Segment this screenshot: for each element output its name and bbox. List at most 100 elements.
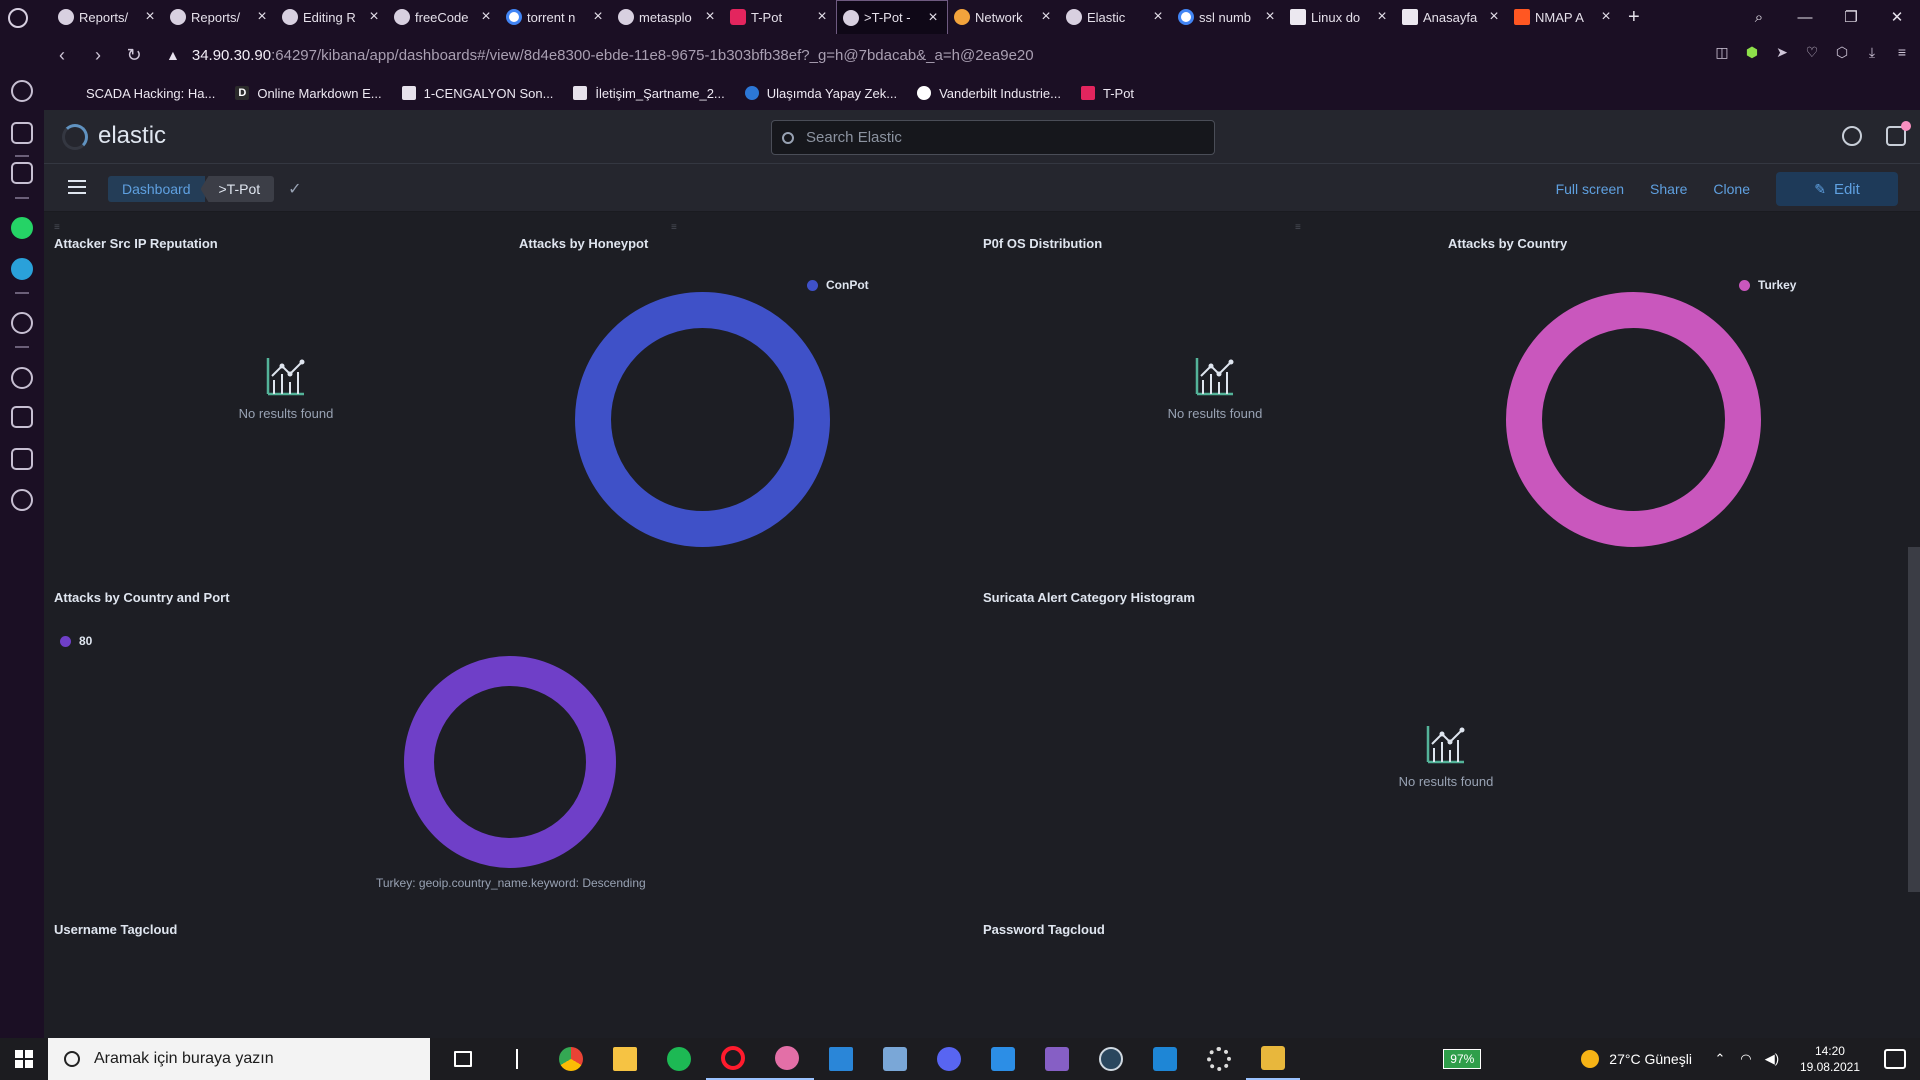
- clock[interactable]: 14:20 19.08.2021: [1800, 1043, 1860, 1075]
- history-icon[interactable]: [11, 367, 33, 389]
- vscode-icon[interactable]: [976, 1038, 1030, 1080]
- close-tab-icon[interactable]: ×: [590, 8, 606, 26]
- new-tab-icon[interactable]: +: [1628, 6, 1640, 29]
- url-field[interactable]: ▲ 34.90.30.90 :64297/kibana/app/dashboar…: [166, 47, 1034, 64]
- help-icon[interactable]: [1842, 126, 1862, 146]
- close-tab-icon[interactable]: ×: [1598, 8, 1614, 26]
- close-tab-icon[interactable]: ×: [702, 8, 718, 26]
- close-tab-icon[interactable]: ×: [814, 8, 830, 26]
- wifi-icon[interactable]: ◠: [1736, 1051, 1756, 1067]
- browser-tab[interactable]: >T-Pot - ×: [836, 0, 948, 35]
- weather-text[interactable]: 27°C Güneşli: [1609, 1051, 1692, 1067]
- trello-icon[interactable]: [1138, 1038, 1192, 1080]
- legend-item[interactable]: Turkey: [1739, 278, 1796, 292]
- task-view-icon[interactable]: [436, 1038, 490, 1080]
- hamburger-menu-icon[interactable]: [68, 180, 86, 194]
- elastic-logo-icon[interactable]: [62, 124, 88, 150]
- opera-icon[interactable]: [706, 1038, 760, 1080]
- minimize-icon[interactable]: —: [1782, 0, 1828, 34]
- start-button[interactable]: [0, 1038, 48, 1080]
- visual-studio-icon[interactable]: [1030, 1038, 1084, 1080]
- donut-slice-port-80[interactable]: [404, 656, 616, 868]
- tab-search-icon[interactable]: ⌕: [1736, 0, 1782, 34]
- browser-tab[interactable]: Anasayfa ×: [1396, 0, 1508, 34]
- donut-slice-turkey[interactable]: [1506, 292, 1761, 547]
- volume-icon[interactable]: ◀): [1762, 1051, 1782, 1067]
- close-tab-icon[interactable]: ×: [254, 8, 270, 26]
- workspace-icon[interactable]: [11, 122, 33, 144]
- browser-tab[interactable]: Reports/ ×: [164, 0, 276, 34]
- bookmark-item[interactable]: D Online Markdown E...: [235, 86, 382, 101]
- search-field[interactable]: [771, 120, 1215, 155]
- edit-button[interactable]: ✎ Edit: [1776, 172, 1898, 206]
- bookmark-item[interactable]: SCADA Hacking: Ha...: [86, 86, 215, 101]
- extensions-icon[interactable]: [11, 448, 33, 470]
- paint-icon[interactable]: [760, 1038, 814, 1080]
- elastic-logo-text[interactable]: elastic: [98, 122, 166, 150]
- close-tab-icon[interactable]: ×: [1374, 8, 1390, 26]
- panel-grip-icon[interactable]: ≡: [54, 222, 60, 233]
- bookmark-item[interactable]: 1-CENGALYON Son...: [401, 86, 553, 101]
- browser-tab[interactable]: Reports/ ×: [52, 0, 164, 34]
- mail-icon[interactable]: [814, 1038, 868, 1080]
- newsfeed-icon[interactable]: [1886, 121, 1911, 146]
- insecure-warning-icon[interactable]: ▲: [166, 47, 180, 63]
- menu-icon[interactable]: ≡: [1894, 44, 1910, 60]
- pipe-icon[interactable]: [490, 1038, 544, 1080]
- spotify-icon[interactable]: [652, 1038, 706, 1080]
- speed-dial-icon[interactable]: [11, 80, 33, 102]
- game-icon[interactable]: [1246, 1038, 1300, 1080]
- player-icon[interactable]: [11, 312, 33, 334]
- close-tab-icon[interactable]: ×: [1262, 8, 1278, 26]
- bookmark-item[interactable]: İletişim_Şartname_2...: [573, 86, 725, 101]
- snapshot-icon[interactable]: ◫: [1714, 44, 1730, 60]
- close-tab-icon[interactable]: ×: [925, 9, 941, 27]
- close-window-icon[interactable]: ✕: [1874, 0, 1920, 34]
- close-tab-icon[interactable]: ×: [478, 8, 494, 26]
- browser-tab[interactable]: NMAP A ×: [1508, 0, 1620, 34]
- browser-tab[interactable]: Network ×: [948, 0, 1060, 34]
- close-tab-icon[interactable]: ×: [1150, 8, 1166, 26]
- share-button[interactable]: Share: [1650, 181, 1687, 197]
- browser-tab[interactable]: Linux do ×: [1284, 0, 1396, 34]
- bookmark-item[interactable]: Ulaşımda Yapay Zek...: [744, 86, 897, 101]
- taskbar-search[interactable]: [48, 1038, 430, 1080]
- bookmark-item[interactable]: T-Pot: [1080, 86, 1134, 101]
- file-explorer-icon[interactable]: [598, 1038, 652, 1080]
- clone-button[interactable]: Clone: [1713, 181, 1750, 197]
- browser-tab[interactable]: Elastic ×: [1060, 0, 1172, 34]
- legend-item[interactable]: 80: [60, 634, 92, 648]
- steam-icon[interactable]: [1084, 1038, 1138, 1080]
- close-tab-icon[interactable]: ×: [366, 8, 382, 26]
- donut-slice-conpot[interactable]: [575, 292, 830, 547]
- browser-tab[interactable]: T-Pot ×: [724, 0, 836, 34]
- bookmark-item[interactable]: Vanderbilt Industrie...: [917, 86, 1061, 101]
- forward-icon[interactable]: ›: [80, 45, 116, 66]
- close-tab-icon[interactable]: ×: [142, 8, 158, 26]
- breadcrumb-dashboard[interactable]: Dashboard: [108, 176, 205, 202]
- telegram-icon[interactable]: [11, 258, 33, 280]
- weather-sun-icon[interactable]: [1581, 1050, 1600, 1068]
- chrome-icon[interactable]: [544, 1038, 598, 1080]
- discord-icon[interactable]: [922, 1038, 976, 1080]
- close-tab-icon[interactable]: ×: [1486, 8, 1502, 26]
- browser-tab[interactable]: metasplo ×: [612, 0, 724, 34]
- taskbar-search-input[interactable]: [94, 1050, 414, 1068]
- reload-icon[interactable]: ↻: [116, 45, 152, 66]
- settings-gear-icon[interactable]: [1192, 1038, 1246, 1080]
- notifications-icon[interactable]: [1884, 1049, 1906, 1069]
- twitch-icon[interactable]: [11, 162, 33, 184]
- full-screen-button[interactable]: Full screen: [1556, 181, 1624, 197]
- browser-tab[interactable]: torrent n ×: [500, 0, 612, 34]
- whatsapp-icon[interactable]: [11, 217, 33, 239]
- opera-logo-icon[interactable]: [8, 8, 28, 28]
- cube-icon[interactable]: ⬡: [1834, 44, 1850, 60]
- send-icon[interactable]: ➤: [1774, 44, 1790, 60]
- close-tab-icon[interactable]: ×: [1038, 8, 1054, 26]
- legend-item[interactable]: ConPot: [807, 278, 869, 292]
- battery-indicator[interactable]: 97%: [1443, 1049, 1482, 1069]
- browser-tab[interactable]: Editing R ×: [276, 0, 388, 34]
- download-icon[interactable]: ⤓: [1864, 44, 1880, 60]
- panel-grip-icon[interactable]: ≡: [671, 222, 677, 233]
- settings-icon[interactable]: [11, 489, 33, 511]
